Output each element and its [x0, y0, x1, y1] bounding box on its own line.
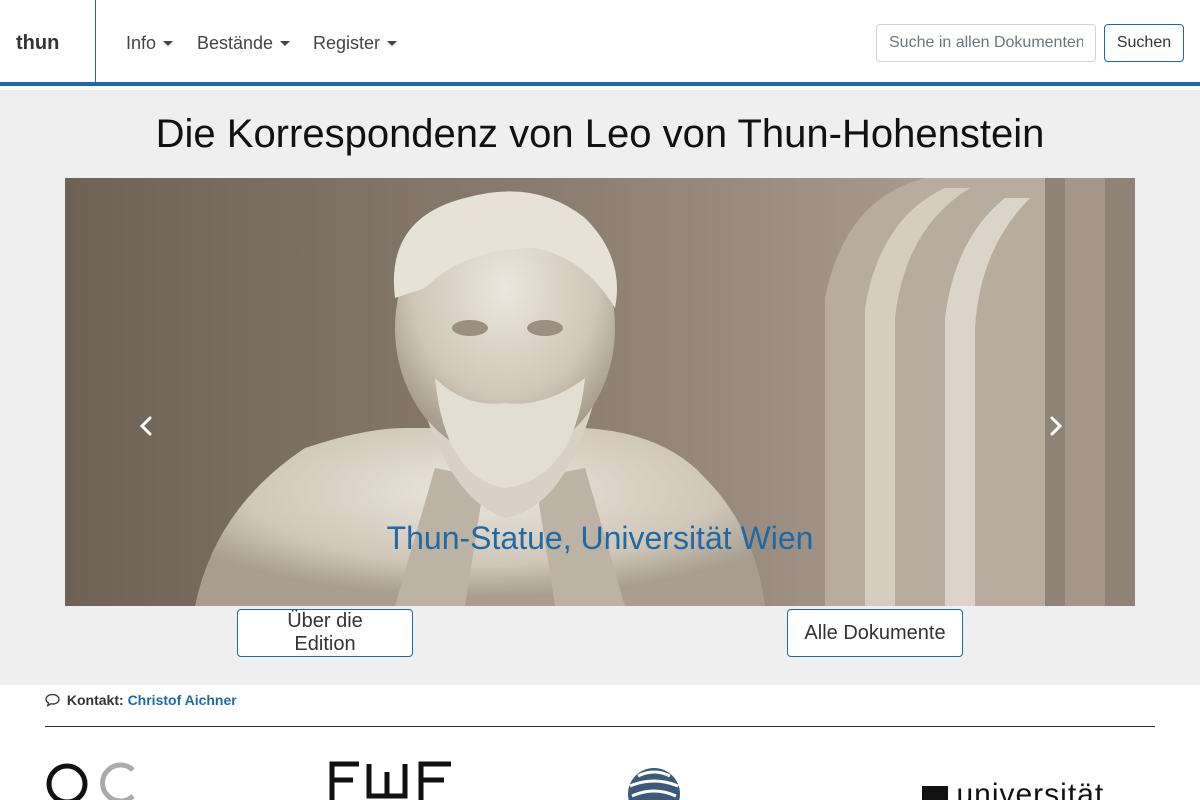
globe-logo[interactable]	[626, 766, 682, 800]
all-documents-button[interactable]: Alle Dokumente	[787, 609, 963, 657]
brand-logo[interactable]: thun	[0, 0, 96, 86]
univ-logo-text: universität	[956, 780, 1105, 800]
top-navbar: thun Info Bestände Register Suchen	[0, 0, 1200, 86]
nav-menu-info-label: Info	[126, 33, 157, 53]
contact-name-link[interactable]: Christof Aichner	[128, 692, 237, 708]
caret-down-icon	[387, 40, 398, 46]
acdh-logo[interactable]	[45, 756, 145, 800]
caret-down-icon	[280, 40, 291, 46]
about-edition-button[interactable]: Über die Edition	[237, 609, 413, 657]
contact-line: Kontakt: Christof Aichner	[45, 692, 237, 708]
universitaet-logo[interactable]: universität	[922, 780, 1142, 800]
univ-square-icon	[922, 786, 948, 800]
image-carousel: Thun-Statue, Universität Wien	[65, 178, 1135, 606]
nav-menu-register[interactable]: Register	[313, 0, 398, 86]
speech-bubble-icon	[45, 693, 60, 707]
nav-menu-bestaende[interactable]: Bestände	[197, 0, 291, 86]
caret-down-icon	[163, 40, 174, 46]
search-button[interactable]: Suchen	[1104, 24, 1184, 62]
nav-menu-bestaende-label: Bestände	[197, 33, 274, 53]
nav-menu-register-label: Register	[313, 33, 381, 53]
carousel-prev-control[interactable]	[135, 414, 159, 438]
nav-menu-info[interactable]: Info	[126, 0, 174, 86]
contact-label: Kontakt:	[66, 692, 124, 708]
chevron-left-icon	[139, 416, 152, 436]
footer-divider	[45, 726, 1155, 727]
carousel-next-control[interactable]	[1043, 414, 1067, 438]
page-title: Die Korrespondenz von Leo von Thun-Hohen…	[155, 112, 1045, 156]
chevron-right-icon	[1050, 416, 1063, 436]
fwf-logo[interactable]	[329, 760, 459, 800]
search-input[interactable]	[876, 24, 1096, 62]
carousel-caption: Thun-Statue, Universität Wien	[386, 520, 814, 556]
